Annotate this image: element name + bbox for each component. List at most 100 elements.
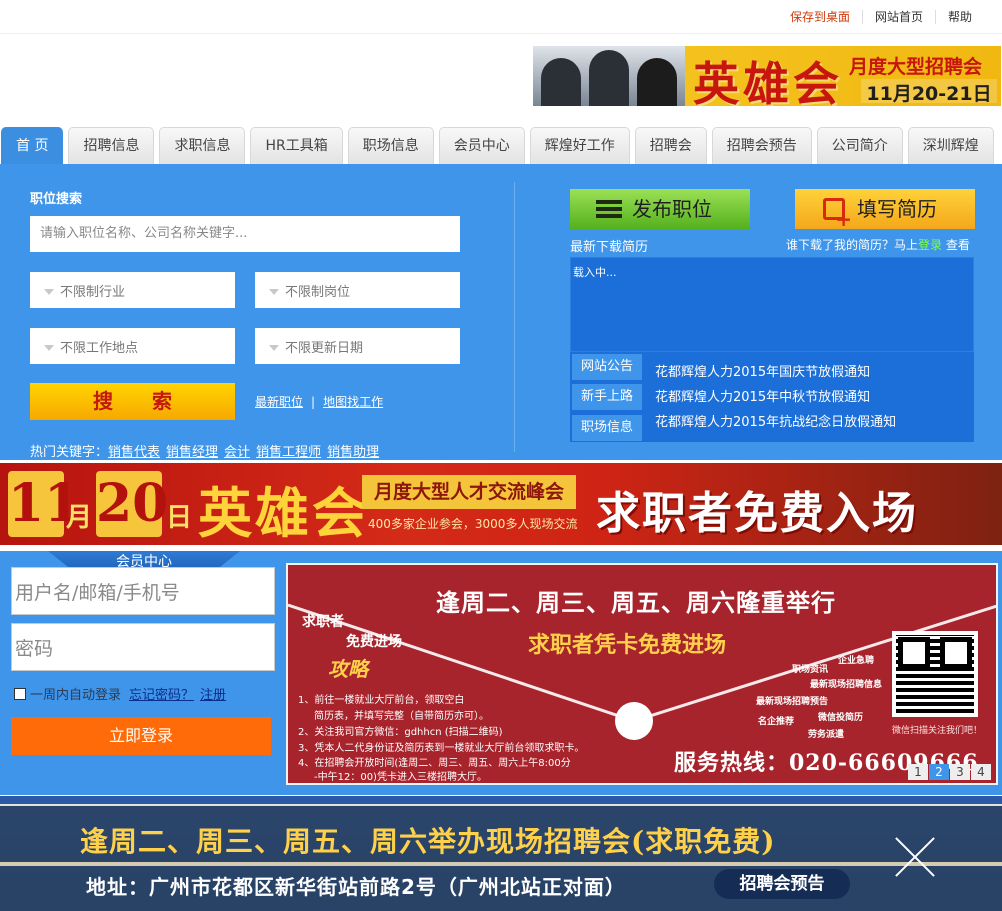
banner-people-image — [533, 46, 685, 106]
who-downloaded-text: 谁下载了我的简历？马上登录 查看 — [786, 236, 970, 253]
main-nav: 首 页 招聘信息 求职信息 HR工具箱 职场信息 会员中心 辉煌好工作 招聘会 … — [0, 127, 1002, 164]
latest-jobs-link[interactable]: 最新职位 — [255, 395, 303, 409]
nav-tab-seekers[interactable]: 求职信息 — [159, 127, 246, 164]
floating-ad-schedule: 逢周二、周三、周五、周六举办现场招聘会(求职免费) — [80, 825, 776, 858]
chevron-down-icon — [269, 345, 279, 351]
position-select-value: 不限制岗位 — [285, 285, 351, 300]
post-job-button[interactable]: 发布职位 — [570, 189, 750, 229]
job-search-label: 职位搜索 — [30, 192, 83, 207]
hot-keywords-label: 热门关键字： — [30, 445, 109, 460]
remember-checkbox[interactable] — [14, 687, 26, 700]
qr-code-icon — [892, 631, 978, 717]
header-banner-ad[interactable]: 英雄会 月度大型招聘会 11月20-21日 — [533, 46, 1001, 106]
map-jobs-link[interactable]: 地图找工作 — [323, 395, 383, 409]
nav-tab-career-info[interactable]: 职场信息 — [347, 127, 434, 164]
nav-tab-home[interactable]: 首 页 — [1, 127, 64, 164]
banner-hero-text: 英雄会 — [198, 481, 369, 545]
location-select[interactable]: 不限工作地点 — [30, 328, 235, 364]
remember-label: 一周内自动登录 — [30, 688, 122, 703]
fair-preview-button[interactable]: 招聘会预告 — [714, 869, 850, 899]
carousel-page-button[interactable]: 4 — [971, 764, 991, 780]
search-button[interactable]: 搜 索 — [30, 383, 235, 420]
remember-row: 一周内自动登录 忘记密码？ 注册 — [14, 684, 226, 703]
poster-side-label: 劳务派遣 — [808, 730, 845, 740]
carousel-page-button[interactable]: 2 — [929, 764, 949, 780]
notice-item[interactable]: 花都辉煌人力2015年中秋节放假通知 — [655, 386, 870, 405]
poster-free-entry: 求职者凭卡免费进场 — [528, 632, 727, 658]
forgot-password-link[interactable]: 忘记密码？ — [129, 684, 194, 703]
banner-day-2: 20 — [96, 471, 168, 537]
poster-step: 4、在招聘会开放时间(逢周二、周三、周五、周六上午8:00分 — [298, 758, 571, 769]
login-button[interactable]: 立即登录 — [11, 717, 271, 755]
username-input[interactable]: 用户名/邮箱/手机号 — [11, 567, 275, 615]
poster-free: 免费进场 — [346, 634, 402, 650]
floating-ad-address: 地址：广州市花都区新华街站前路2号（广州北站正对面） — [86, 875, 626, 899]
poster-headline: 逢周二、周三、周五、周六隆重举行 — [436, 588, 836, 617]
hot-keyword[interactable]: 销售经理 — [166, 445, 218, 460]
position-select[interactable]: 不限制岗位 — [255, 272, 460, 308]
banner-subtitle: 月度大型招聘会 — [849, 56, 983, 78]
who-downloaded-prompt: 谁下载了我的简历？马上 — [786, 238, 919, 252]
tab-career-info[interactable]: 职场信息 — [572, 415, 642, 441]
poster-side-label: 最新现场招聘预告 — [756, 697, 829, 707]
nav-tab-good-jobs[interactable]: 辉煌好工作 — [529, 127, 630, 164]
latest-downloads-title: 最新下载简历 — [570, 240, 649, 255]
list-icon — [596, 200, 622, 218]
nav-tab-jobs[interactable]: 招聘信息 — [68, 127, 155, 164]
banner-tag: 月度大型人才交流峰会 — [362, 475, 576, 509]
poster-side-label: 微信投简历 — [818, 713, 864, 723]
job-fair-banner-ad[interactable]: 11 月 20 日 英雄会 月度大型人才交流峰会 400多家企业参会，3000多… — [0, 463, 1002, 545]
panel-divider — [514, 182, 515, 452]
banner-date: 11月20-21日 — [861, 79, 997, 105]
poster-step: 3、凭本人二代身份证及简历表到一楼就业大厅前台领取求职卡。 — [298, 743, 585, 754]
register-link[interactable]: 注册 — [200, 684, 226, 703]
view-text: 查看 — [945, 238, 970, 252]
hot-keyword[interactable]: 会计 — [224, 445, 250, 460]
home-link[interactable]: 网站首页 — [861, 10, 935, 24]
poster-side-label: 职场资讯 — [792, 665, 829, 675]
banner-hero-title: 英雄会 — [693, 57, 843, 106]
keyword-search-input[interactable]: 请输入职位名称、公司名称关键字... — [30, 216, 460, 252]
job-fair-poster[interactable]: 逢周二、周三、周五、周六隆重举行 求职者凭卡免费进场 求职者 免费进场 攻略 1… — [286, 563, 998, 785]
banner-day-1: 11 — [8, 471, 80, 537]
login-link[interactable]: 登录 — [918, 238, 942, 252]
chevron-down-icon — [44, 345, 54, 351]
chevron-down-icon — [44, 289, 54, 295]
nav-tab-job-fair[interactable]: 招聘会 — [634, 127, 707, 164]
poster-seeker: 求职者 — [302, 614, 344, 630]
save-to-desktop-link[interactable]: 保存到桌面 — [778, 10, 862, 24]
notice-item[interactable]: 花都辉煌人力2015年抗战纪念日放假通知 — [655, 411, 896, 430]
carousel-page-button[interactable]: 3 — [950, 764, 970, 780]
tab-site-notice[interactable]: 网站公告 — [572, 354, 642, 380]
carousel-pager: 1 2 3 4 — [907, 764, 991, 780]
nav-tab-hr-tools[interactable]: HR工具箱 — [250, 127, 343, 164]
industry-select[interactable]: 不限制行业 — [30, 272, 235, 308]
hot-keyword[interactable]: 销售助理 — [327, 445, 379, 460]
nav-tab-member-center[interactable]: 会员中心 — [438, 127, 525, 164]
poster-side-label: 企业急聘 — [838, 656, 875, 666]
hot-keyword[interactable]: 销售工程师 — [256, 445, 321, 460]
carousel-page-button[interactable]: 1 — [908, 764, 928, 780]
chevron-down-icon — [269, 289, 279, 295]
update-date-select[interactable]: 不限更新日期 — [255, 328, 460, 364]
update-date-select-value: 不限更新日期 — [285, 341, 364, 356]
qr-caption: 微信扫描关注我们吧！ — [892, 726, 983, 736]
hot-keyword[interactable]: 销售代表 — [108, 445, 160, 460]
banner-slogan: 求职者免费入场 — [596, 488, 918, 539]
notice-item[interactable]: 花都辉煌人力2015年国庆节放假通知 — [655, 361, 870, 380]
top-bar: 保存到桌面 网站首页 帮助 — [0, 0, 1002, 34]
close-icon[interactable] — [892, 834, 938, 880]
tab-newbie[interactable]: 新手上路 — [572, 384, 642, 410]
add-document-icon — [823, 198, 852, 229]
password-input[interactable]: 密码 — [11, 623, 275, 671]
nav-tab-shenzhen[interactable]: 深圳辉煌 — [907, 127, 994, 164]
banner-day-unit: 日 — [166, 503, 193, 533]
nav-tab-fair-preview[interactable]: 招聘会预告 — [711, 127, 812, 164]
location-select-value: 不限工作地点 — [60, 341, 139, 356]
notice-box: 网站公告 新手上路 职场信息 花都辉煌人力2015年国庆节放假通知 花都辉煌人力… — [570, 352, 974, 442]
fill-resume-button[interactable]: 填写简历 — [795, 189, 975, 229]
search-panel: 职位搜索 请输入职位名称、公司名称关键字... 不限制行业 不限制岗位 不限工作… — [0, 164, 1002, 460]
nav-tab-company-intro[interactable]: 公司简介 — [816, 127, 903, 164]
poster-guide: 攻略 — [328, 657, 368, 681]
help-link[interactable]: 帮助 — [934, 10, 984, 24]
